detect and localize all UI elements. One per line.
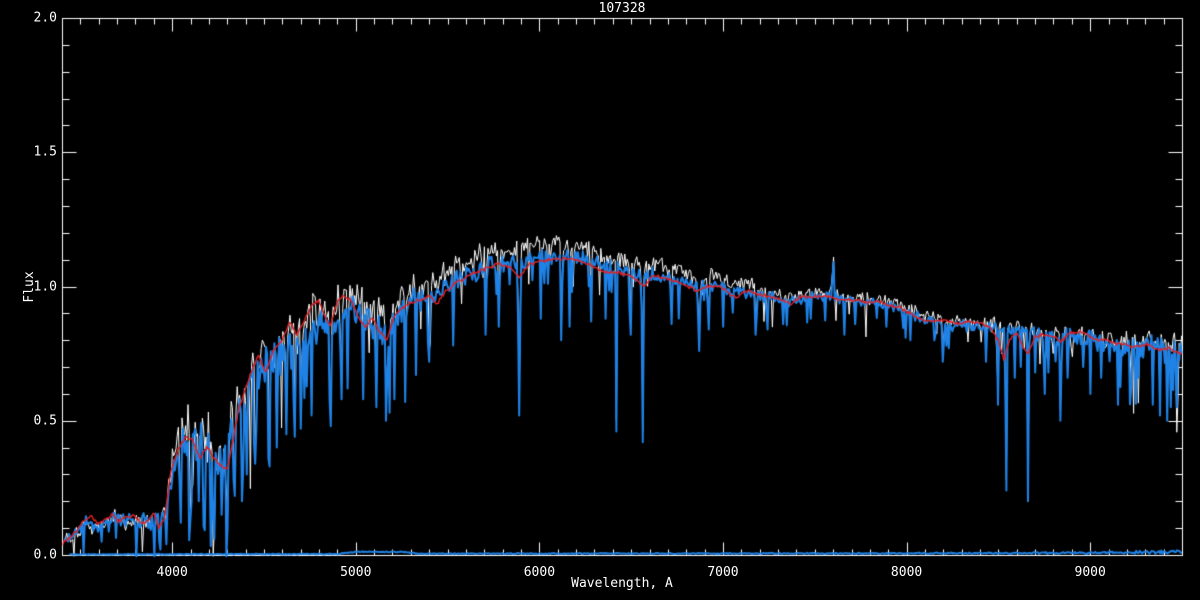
y-tick-label: 0.0 <box>33 547 57 563</box>
y-tick-label: 2.0 <box>33 10 57 26</box>
spectrum-plot-canvas <box>0 0 1200 600</box>
x-tick-label: 9000 <box>1074 565 1106 580</box>
y-tick-label: 0.5 <box>33 413 57 429</box>
x-tick-label: 7000 <box>707 565 739 580</box>
x-tick-label: 8000 <box>890 565 923 580</box>
y-tick-label: 1.0 <box>33 279 57 294</box>
y-tick-label: 1.5 <box>33 144 57 160</box>
x-tick-label: 4000 <box>156 565 188 580</box>
x-axis-label: Wavelength, A <box>571 576 673 591</box>
plot-title: 107328 <box>598 1 646 16</box>
x-tick-label: 6000 <box>523 565 556 580</box>
spectrum-figure: 107328 Wavelength, A Flux 4000 5000 6000 70… <box>0 0 1200 600</box>
x-tick-label: 5000 <box>340 565 372 580</box>
